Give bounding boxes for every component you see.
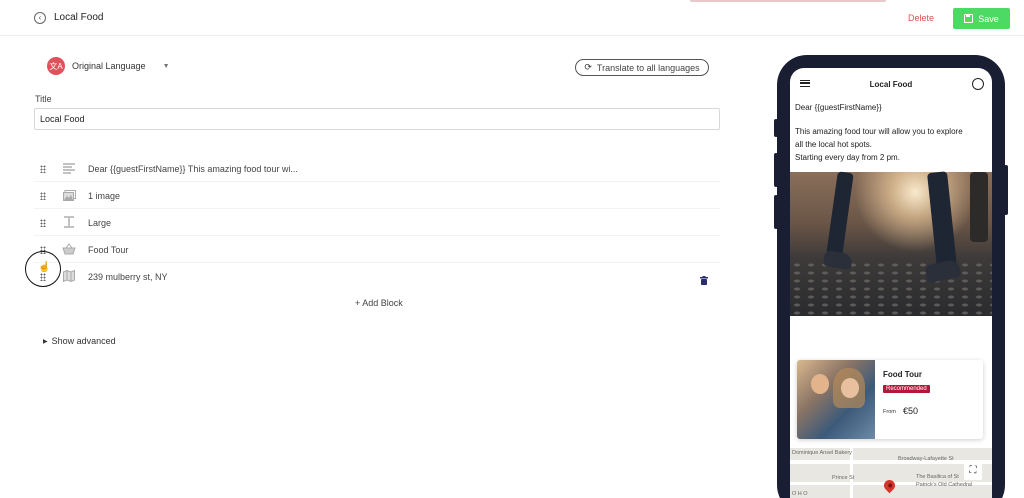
translate-all-button[interactable]: ⟳ Translate to all languages: [575, 59, 709, 76]
map-label: Dominique Ansel Bakery: [792, 450, 852, 456]
cobblestone-texture: [790, 261, 992, 316]
preview-body-text: This amazing food tour will allow you to…: [795, 125, 987, 164]
save-button[interactable]: Save: [953, 8, 1010, 29]
leg-shape: [970, 172, 988, 242]
block-summary: 1 image: [88, 191, 121, 201]
palette-icon[interactable]: [972, 78, 984, 90]
block-summary: Dear {{guestFirstName}} This amazing foo…: [88, 164, 298, 174]
phone-side-button: [1004, 165, 1008, 215]
back-icon[interactable]: ‹: [34, 12, 46, 24]
photo-shape: [811, 374, 829, 394]
language-selector[interactable]: 文A Original Language ▼: [47, 57, 170, 75]
basket-icon: [62, 242, 76, 256]
preview-hero-image: [790, 171, 992, 316]
refresh-icon: ⟳: [584, 62, 592, 72]
product-thumbnail: [797, 360, 875, 439]
phone-screen: Local Food Dear {{guestFirstName}} This …: [790, 68, 992, 498]
show-advanced-toggle[interactable]: ▶ Show advanced: [43, 336, 116, 346]
translate-language-icon: 文A: [47, 57, 65, 75]
fullscreen-icon[interactable]: ⛶: [964, 462, 982, 480]
trash-icon[interactable]: [700, 272, 708, 290]
preview-greeting: Dear {{guestFirstName}}: [795, 103, 882, 112]
spacer-icon: [62, 215, 76, 229]
map-label: Broadway-Lafayette St: [898, 456, 954, 462]
top-bar: ‹ Local Food Delete Save: [0, 0, 1024, 36]
map-icon: [62, 269, 76, 283]
phone-side-button: [774, 195, 778, 229]
block-row-image[interactable]: 1 image: [34, 182, 720, 209]
translate-all-label: Translate to all languages: [596, 62, 700, 73]
hand-cursor-icon: ☝: [38, 262, 51, 273]
block-summary: Food Tour: [88, 245, 129, 255]
delete-button[interactable]: Delete: [908, 13, 934, 23]
show-advanced-label: Show advanced: [51, 336, 116, 346]
map-street: [790, 460, 992, 464]
phone-side-button: [774, 153, 778, 187]
preview-body-line: This amazing food tour will allow you to…: [795, 127, 963, 136]
blocks-list: Dear {{guestFirstName}} This amazing foo…: [34, 155, 720, 290]
price-from-label: From: [883, 409, 896, 415]
block-summary: Large: [88, 218, 112, 228]
map-label: The Basilica of St: [916, 474, 959, 480]
title-label: Title: [35, 94, 52, 104]
map-label: Patrick's Old Cathedral: [916, 482, 973, 488]
drag-handle-icon[interactable]: [40, 192, 46, 200]
language-label: Original Language: [72, 61, 146, 71]
leg-shape: [826, 171, 854, 257]
block-summary: 239 mulberry st, NY: [88, 272, 168, 282]
image-icon: [62, 188, 76, 202]
preview-body-line: all the local hot spots.: [795, 140, 872, 149]
save-icon: [964, 14, 974, 23]
photo-shape: [841, 378, 859, 398]
block-row-map[interactable]: 239 mulberry st, NY: [34, 263, 720, 290]
block-row-product[interactable]: Food Tour: [34, 236, 720, 263]
map-label: O H O: [792, 491, 808, 497]
preview-navbar: Local Food: [790, 68, 992, 100]
preview-map[interactable]: Dominique Ansel Bakery Broadway-Lafayett…: [790, 448, 992, 498]
add-block-button[interactable]: + Add Block: [355, 298, 403, 308]
preview-body-line: Starting every day from 2 pm.: [795, 153, 900, 162]
drag-handle-icon[interactable]: [40, 165, 46, 173]
map-pin-icon[interactable]: [881, 477, 898, 494]
title-input[interactable]: [34, 108, 720, 130]
block-row-spacer[interactable]: Large: [34, 209, 720, 236]
recommended-badge: Recommended: [883, 385, 930, 393]
product-price: €50: [903, 406, 919, 416]
chevron-down-icon: ▼: [162, 62, 170, 70]
block-row-text[interactable]: Dear {{guestFirstName}} This amazing foo…: [34, 155, 720, 182]
phone-side-button: [774, 119, 778, 137]
caret-right-icon: ▶: [43, 338, 48, 345]
preview-title: Local Food: [869, 80, 913, 89]
product-title: Food Tour: [883, 370, 922, 379]
notification-strip: [690, 0, 886, 2]
page-title: Local Food: [54, 12, 104, 23]
leg-shape: [927, 171, 957, 269]
map-label: Prince St: [832, 475, 855, 481]
product-card[interactable]: Food Tour Recommended From €50: [797, 360, 983, 439]
drag-handle-icon[interactable]: [40, 219, 46, 227]
save-label: Save: [978, 13, 999, 24]
text-lines-icon: [62, 161, 76, 175]
